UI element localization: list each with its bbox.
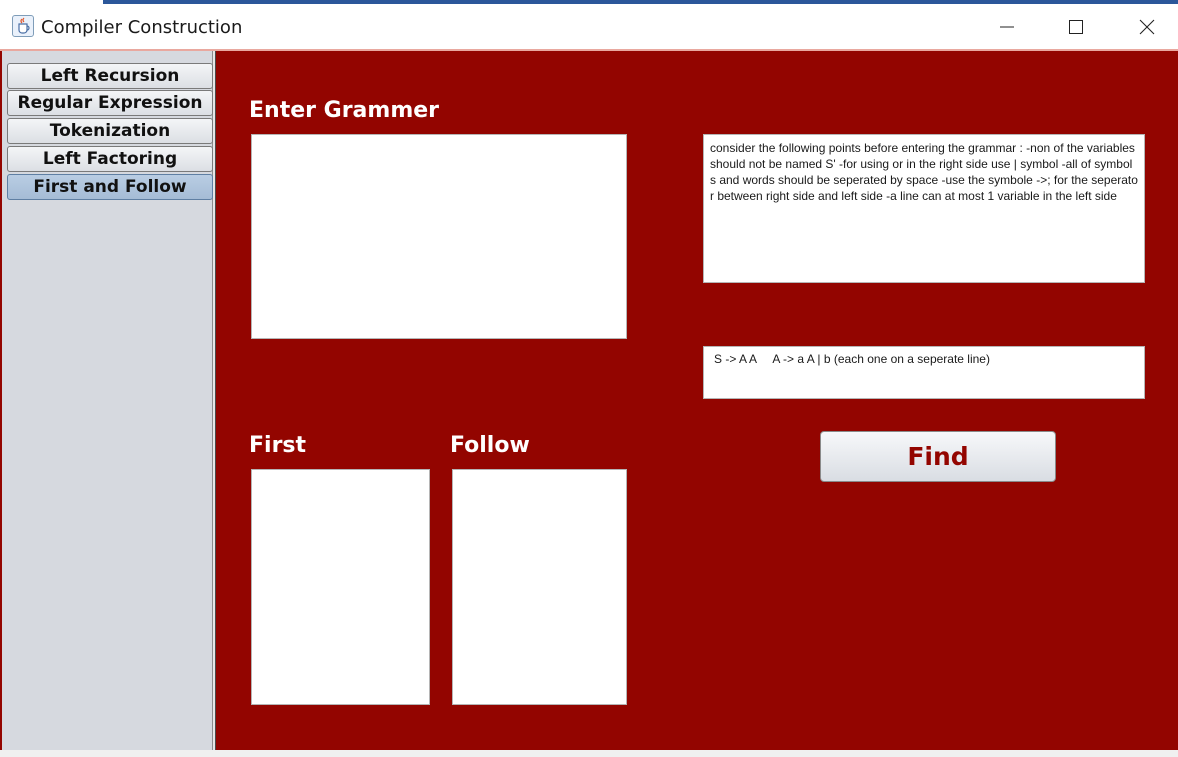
window-title: Compiler Construction <box>41 17 243 38</box>
app-window: Compiler Construction Left Recursion Reg… <box>0 0 1178 757</box>
instructions-box[interactable]: consider the following points before ent… <box>703 134 1145 283</box>
tab-regular-expression[interactable]: Regular Expression <box>7 90 213 116</box>
grammar-heading: Enter Grammer <box>249 98 440 123</box>
close-button[interactable] <box>1124 5 1170 49</box>
main-panel: Left Recursion Regular Expression Tokeni… <box>0 51 1178 750</box>
first-heading: First <box>249 433 307 458</box>
sidebar-divider <box>213 51 216 750</box>
follow-heading: Follow <box>450 433 530 458</box>
tab-first-and-follow[interactable]: First and Follow <box>7 174 213 200</box>
example-text: S -> A A A -> a A | b (each one on a sep… <box>714 352 990 366</box>
minimize-button[interactable] <box>984 5 1030 49</box>
title-bar[interactable]: Compiler Construction <box>0 5 1178 49</box>
close-icon <box>1139 19 1155 35</box>
taskbar-edge <box>103 0 1178 4</box>
tab-left-recursion[interactable]: Left Recursion <box>7 63 213 89</box>
find-button[interactable]: Find <box>820 431 1056 482</box>
minimize-icon <box>1000 26 1014 28</box>
tab-tokenization[interactable]: Tokenization <box>7 118 213 144</box>
follow-output[interactable] <box>452 469 627 705</box>
instructions-text: consider the following points before ent… <box>710 141 1138 203</box>
java-cup-icon <box>12 15 34 37</box>
bottom-strip <box>0 750 1178 757</box>
example-box[interactable]: S -> A A A -> a A | b (each one on a sep… <box>703 346 1145 399</box>
tab-left-factoring[interactable]: Left Factoring <box>7 146 213 172</box>
sidebar: Left Recursion Regular Expression Tokeni… <box>2 51 213 750</box>
grammar-input[interactable] <box>251 134 627 339</box>
maximize-icon <box>1069 20 1083 34</box>
first-output[interactable] <box>251 469 430 705</box>
maximize-button[interactable] <box>1053 5 1099 49</box>
